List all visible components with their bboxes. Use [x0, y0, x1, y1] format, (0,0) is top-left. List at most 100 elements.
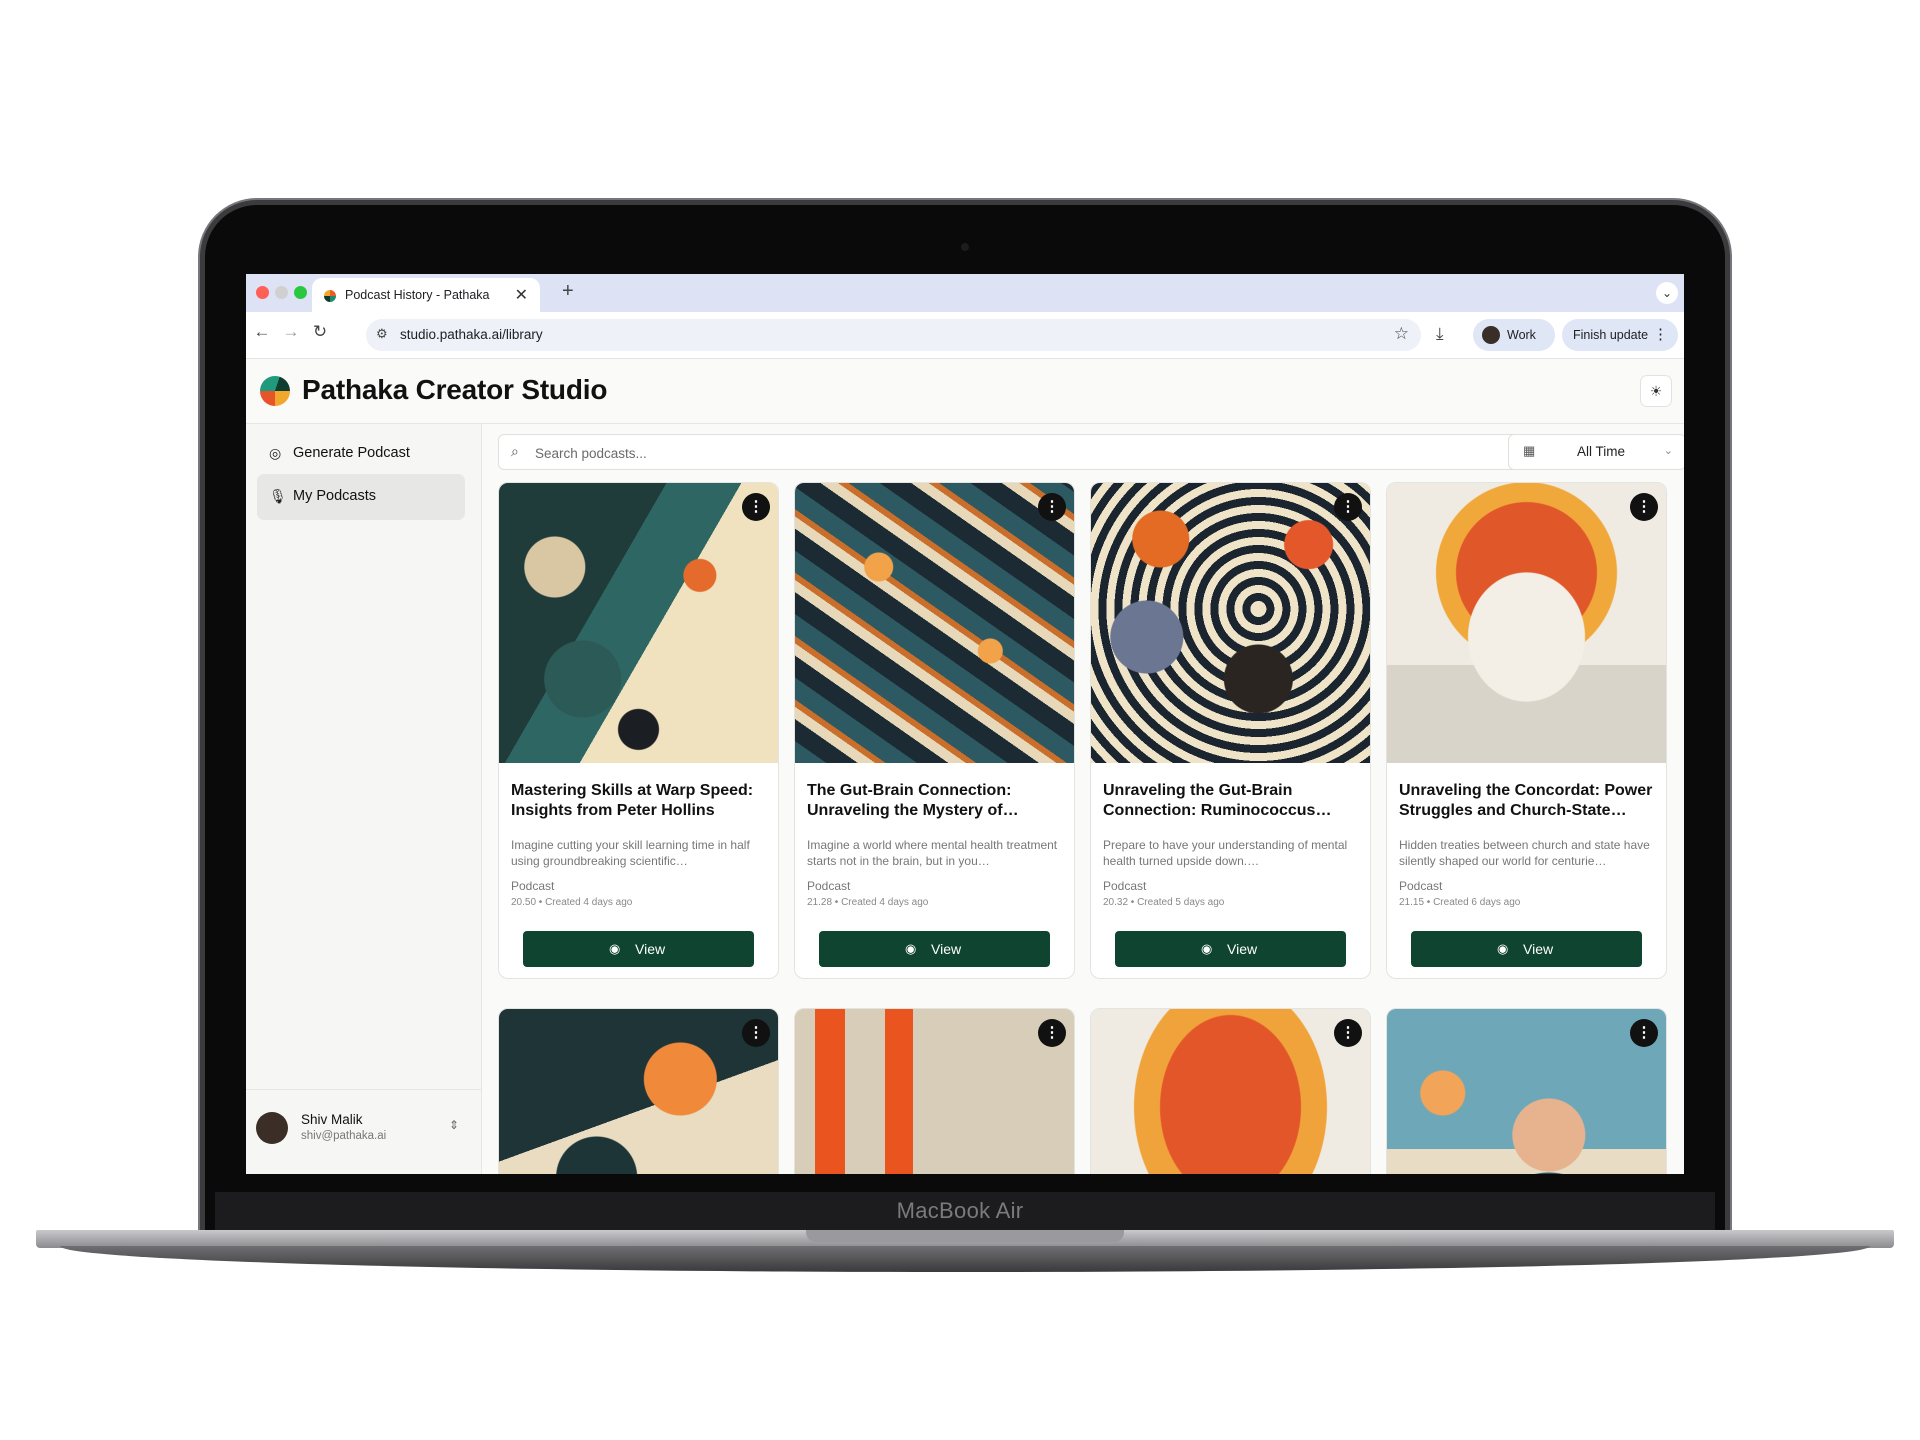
- favicon-icon: [324, 290, 336, 302]
- more-options-icon[interactable]: ⋮: [1038, 1019, 1066, 1047]
- view-label: View: [1227, 941, 1258, 957]
- podcast-title: Unraveling the Gut-Brain Connection: Rum…: [1103, 782, 1332, 819]
- reload-icon[interactable]: ↻: [308, 322, 332, 342]
- view-label: View: [931, 941, 962, 957]
- more-options-icon[interactable]: ⋮: [1334, 493, 1362, 521]
- more-options-icon[interactable]: ⋮: [742, 493, 770, 521]
- podcast-cover-image: [499, 1009, 778, 1174]
- app-title: Pathaka Creator Studio: [302, 374, 608, 405]
- site-settings-icon[interactable]: ⚙: [376, 326, 388, 342]
- view-button[interactable]: ◉ View: [1411, 931, 1642, 967]
- podcast-card: ⋮ Unraveling the Gut-Brain Connection: R…: [1090, 482, 1371, 979]
- sidebar-item-label: My Podcasts: [293, 488, 376, 504]
- podcast-cover-image: [499, 483, 778, 763]
- screen: Podcast History - Pathaka ✕ + ⌄ ← → ↻ ⚙ …: [246, 274, 1684, 1174]
- view-button[interactable]: ◉ View: [1115, 931, 1346, 967]
- podcast-description: Hidden treaties between church and state…: [1399, 838, 1650, 868]
- podcast-type: Podcast: [1103, 879, 1147, 893]
- podcast-meta: 21.28 • Created 4 days ago: [807, 897, 929, 908]
- more-options-icon[interactable]: ⋮: [1630, 493, 1658, 521]
- profile-label: Work: [1507, 328, 1536, 342]
- finish-update-button[interactable]: Finish update ⋮: [1562, 319, 1678, 351]
- date-filter-select[interactable]: ▦ All Time ⌄: [1508, 434, 1684, 470]
- eye-icon: ◉: [1497, 941, 1509, 956]
- url-text[interactable]: studio.pathaka.ai/library: [400, 327, 543, 342]
- view-button[interactable]: ◉ View: [819, 931, 1050, 967]
- app-logo: [260, 376, 290, 406]
- chevron-down-icon: ⌄: [1663, 445, 1673, 457]
- view-button[interactable]: ◉ View: [523, 931, 754, 967]
- user-email: shiv@pathaka.ai: [301, 1130, 387, 1142]
- app-header: Pathaka Creator Studio ☀: [246, 359, 1684, 424]
- podcast-card: ⋮ Mastering Skills at Warp Speed: Insigh…: [498, 482, 779, 979]
- device-model-label: MacBook Air: [896, 1198, 1024, 1223]
- podcast-meta: 20.50 • Created 4 days ago: [511, 897, 633, 908]
- podcast-description: Imagine a world where mental health trea…: [807, 838, 1058, 868]
- chevron-updown-icon[interactable]: ⇕: [449, 1118, 459, 1132]
- podcast-type: Podcast: [511, 879, 555, 893]
- eye-icon: ◉: [609, 941, 621, 956]
- browser-tab[interactable]: Podcast History - Pathaka ✕: [312, 278, 540, 312]
- theme-toggle-sun-icon[interactable]: ☀: [1640, 375, 1672, 407]
- podcast-cover-image: [1387, 1009, 1666, 1174]
- podcast-description: Prepare to have your understanding of me…: [1103, 838, 1348, 868]
- user-menu[interactable]: Shiv Malik shiv@pathaka.ai ⇕: [246, 1089, 481, 1174]
- back-arrow-icon[interactable]: ←: [250, 322, 274, 342]
- more-options-icon[interactable]: ⋮: [742, 1019, 770, 1047]
- sidebar: ◎ Generate Podcast 🎙 My Podcasts Shiv Ma…: [246, 424, 482, 1174]
- podcast-meta: 21.15 • Created 6 days ago: [1399, 897, 1521, 908]
- sidebar-item-label: Generate Podcast: [293, 445, 410, 461]
- podcast-type: Podcast: [1399, 879, 1443, 893]
- podcast-description: Imagine cutting your skill learning time…: [511, 838, 750, 868]
- podcast-meta: 20.32 • Created 5 days ago: [1103, 897, 1225, 908]
- forward-arrow-icon[interactable]: →: [279, 322, 303, 342]
- calendar-icon: ▦: [1523, 443, 1536, 458]
- search-icon: ⌕: [511, 443, 519, 459]
- more-options-icon[interactable]: ⋮: [1334, 1019, 1362, 1047]
- user-name: Shiv Malik: [301, 1112, 363, 1127]
- view-label: View: [635, 941, 666, 957]
- browser-tabstrip: Podcast History - Pathaka ✕ + ⌄: [246, 274, 1684, 312]
- sidebar-item-generate-podcast[interactable]: ◎ Generate Podcast: [257, 431, 465, 477]
- laptop-base-bottom: [60, 1246, 1870, 1272]
- podcast-card: ⋮: [1386, 1008, 1667, 1174]
- profile-avatar: [1482, 326, 1500, 344]
- laptop-notch: [806, 1230, 1124, 1242]
- tab-title: Podcast History - Pathaka: [345, 288, 490, 302]
- bookmark-star-icon[interactable]: ☆: [1394, 324, 1409, 344]
- avatar: [256, 1112, 288, 1144]
- search-input[interactable]: [533, 442, 1517, 464]
- address-bar[interactable]: ⚙ studio.pathaka.ai/library ☆: [366, 319, 1421, 351]
- podcast-cover-image: [1091, 1009, 1370, 1174]
- view-label: View: [1523, 941, 1554, 957]
- podcast-card: ⋮ The Gut-Brain Connection: Unraveling t…: [794, 482, 1075, 979]
- minimize-window-button[interactable]: [275, 286, 288, 299]
- more-vertical-icon[interactable]: ⋮: [1653, 325, 1668, 343]
- new-tab-icon[interactable]: +: [562, 280, 574, 303]
- podcast-cover-image: [795, 1009, 1074, 1174]
- search-box: ⌕: [498, 434, 1555, 470]
- maximize-window-button[interactable]: [294, 286, 307, 299]
- podcast-card: ⋮ Unraveling the Concordat: Power Strugg…: [1386, 482, 1667, 979]
- podcast-card: ⋮: [794, 1008, 1075, 1174]
- eye-icon: ◉: [1201, 941, 1213, 956]
- podcast-icon: ◎: [269, 445, 282, 461]
- date-filter-label: All Time: [1577, 444, 1626, 459]
- podcast-title: The Gut-Brain Connection: Unraveling the…: [807, 782, 1019, 819]
- more-options-icon[interactable]: ⋮: [1038, 493, 1066, 521]
- close-tab-icon[interactable]: ✕: [515, 285, 528, 305]
- tab-search-chevron-icon[interactable]: ⌄: [1656, 282, 1678, 304]
- podcast-cover-image: [1387, 483, 1666, 763]
- download-icon[interactable]: ⤓: [1436, 324, 1444, 344]
- sidebar-item-my-podcasts[interactable]: 🎙 My Podcasts: [257, 474, 465, 520]
- finish-update-label: Finish update: [1573, 328, 1649, 342]
- close-window-button[interactable]: [256, 286, 269, 299]
- microphone-icon: 🎙: [269, 488, 287, 504]
- podcast-card: ⋮: [498, 1008, 779, 1174]
- profile-button[interactable]: Work: [1473, 319, 1555, 351]
- podcast-title: Unraveling the Concordat: Power Struggle…: [1399, 782, 1653, 819]
- more-options-icon[interactable]: ⋮: [1630, 1019, 1658, 1047]
- podcast-cover-image: [795, 483, 1074, 763]
- podcast-card: ⋮: [1090, 1008, 1371, 1174]
- podcast-cover-image: [1091, 483, 1370, 763]
